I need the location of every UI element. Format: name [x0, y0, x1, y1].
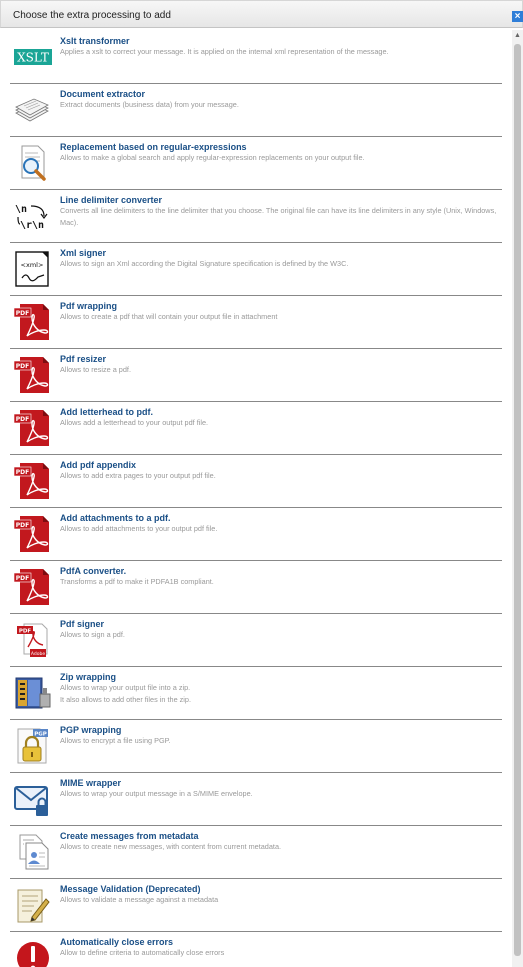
processing-option-description: Allows to wrap your output file into a z… [60, 683, 192, 704]
processing-option-name[interactable]: Pdf signer [60, 619, 104, 629]
processing-option-item[interactable]: <xml> Xml signer Allows to sign an Xml acc… [10, 242, 502, 296]
processing-option-description: Allows to sign an Xml according the Digi… [60, 259, 349, 268]
pdf-icon: PDF [14, 409, 52, 447]
processing-option-name[interactable]: Pdf resizer [60, 354, 106, 364]
processing-option-name[interactable]: Message Validation (Deprecated) [60, 884, 201, 894]
processing-option-name[interactable]: Xslt transformer [60, 36, 130, 46]
scroll-up-arrow-icon[interactable]: ▲ [512, 30, 523, 42]
xslt-icon: XSLT [14, 38, 52, 76]
documents-icon [14, 91, 52, 129]
processing-option-item[interactable]: Create messages from metadata Allows to c… [10, 825, 502, 879]
pdf-icon: PDF [14, 462, 52, 500]
metadata-document-icon [14, 833, 52, 871]
processing-option-description: Allows add a letterhead to your output p… [60, 418, 209, 427]
processing-option-item[interactable]: PDF Add attachments to a pdf. Allows to ad… [10, 507, 502, 561]
processing-option-name[interactable]: Add pdf appendix [60, 460, 136, 470]
processing-option-item[interactable]: Document extractor Extract documents (bus… [10, 83, 502, 137]
processing-option-item[interactable]: PGP PGP wrapping Allows to encrypt a file … [10, 719, 502, 773]
processing-option-description: Allows to wrap your output message in a … [60, 789, 253, 798]
processing-option-name[interactable]: MIME wrapper [60, 778, 121, 788]
xslt-icon-text: XSLT [17, 51, 49, 65]
processing-option-name[interactable]: PdfA converter. [60, 566, 126, 576]
adobe-label-text: Adobe [31, 651, 45, 657]
processing-option-name[interactable]: Replacement based on regular-expressions [60, 142, 247, 152]
processing-option-item[interactable]: PDF Add pdf appendix Allows to add extra p… [10, 454, 502, 508]
extra-processing-dialog: Choose the extra processing to add × XSL… [0, 0, 523, 967]
scrollbar-thumb[interactable] [514, 44, 521, 956]
pdf-label-text: PDF [16, 575, 29, 582]
processing-option-description: Allows to resize a pdf. [60, 365, 131, 374]
processing-option-description: Extract documents (business data) from y… [60, 100, 239, 109]
processing-option-description: Allows to encrypt a file using PGP. [60, 736, 171, 745]
processing-option-description: Allows to validate a message against a m… [60, 895, 219, 904]
crlf-text: \r\n [20, 220, 44, 231]
processing-option-description: Transforms a pdf to make it PDFA1B compl… [60, 577, 214, 586]
processing-option-item[interactable]: PDF Pdf resizer Allows to resize a pdf. [10, 348, 502, 402]
processing-option-description: Allows to sign a pdf. [60, 630, 125, 639]
line-delimiter-icon: \n \r\n [14, 197, 52, 235]
processing-option-description: Allows to add extra pages to your output… [60, 471, 216, 480]
pdf-label-text: PDF [16, 469, 29, 476]
processing-option-description: Applies a xslt to correct your message. … [60, 47, 389, 56]
processing-option-name[interactable]: PGP wrapping [60, 725, 121, 735]
processing-option-name[interactable]: Line delimiter converter [60, 195, 162, 205]
pgp-lock-icon: PGP [14, 727, 52, 765]
pdf-signer-icon: PDF Adobe [14, 621, 52, 659]
processing-option-description: Allows to add attachments to your output… [60, 524, 218, 533]
pdf-label-text: PDF [16, 416, 29, 423]
mime-envelope-icon [14, 780, 52, 818]
error-icon: ! [14, 939, 52, 967]
search-document-icon [14, 144, 52, 182]
processing-option-name[interactable]: Add letterhead to pdf. [60, 407, 153, 417]
dialog-titlebar: Choose the extra processing to add × [0, 0, 523, 28]
pdf-icon: PDF [14, 515, 52, 553]
close-icon[interactable]: × [512, 11, 523, 22]
pdf-label-text: PDF [19, 629, 32, 635]
processing-option-name[interactable]: Add attachments to a pdf. [60, 513, 171, 523]
processing-option-item[interactable]: Message Validation (Deprecated) Allows to… [10, 878, 502, 932]
pdf-label-text: PDF [16, 363, 29, 370]
processing-option-item[interactable]: PDF Add letterhead to pdf. Allows add a le… [10, 401, 502, 455]
processing-option-name[interactable]: Document extractor [60, 89, 145, 99]
pdf-icon: PDF [14, 356, 52, 394]
processing-option-item[interactable]: MIME wrapper Allows to wrap your output m… [10, 772, 502, 826]
error-mark-text: ! [14, 939, 15, 940]
scrollbar[interactable]: ▲ [512, 30, 523, 967]
validation-icon [14, 886, 52, 924]
processing-option-name[interactable]: Pdf wrapping [60, 301, 117, 311]
processing-option-name[interactable]: Zip wrapping [60, 672, 116, 682]
newline-text: \n [15, 204, 27, 215]
pdf-label-text: PDF [16, 522, 29, 529]
processing-option-item[interactable]: XSLT Xslt transformer Applies a xslt to co… [10, 30, 502, 84]
processing-option-name[interactable]: Create messages from metadata [60, 831, 199, 841]
dialog-title: Choose the extra processing to add [13, 10, 171, 21]
zip-icon [14, 674, 52, 712]
processing-option-name[interactable]: Automatically close errors [60, 937, 173, 947]
processing-option-item[interactable]: PDF Pdf wrapping Allows to create a pdf th… [10, 295, 502, 349]
processing-option-description: Allows to make a global search and apply… [60, 153, 365, 162]
pdf-icon: PDF [14, 568, 52, 606]
processing-option-item[interactable]: PDF Adobe Pdf signer Allows to sign a pdf. [10, 613, 502, 667]
pdf-icon: PDF [14, 303, 52, 341]
processing-option-description: Allows to create new messages, with cont… [60, 842, 282, 851]
processing-option-item[interactable]: Zip wrapping Allows to wrap your output f… [10, 666, 502, 720]
processing-option-description: Allows to create a pdf that will contain… [60, 312, 278, 321]
processing-option-item[interactable]: \n \r\n Line delimiter converter Converts a… [10, 189, 502, 243]
processing-option-description: Converts all line delimiters to the line… [60, 206, 497, 227]
processing-option-description: Allow to define criteria to automaticall… [60, 948, 225, 957]
processing-option-item[interactable]: PDF PdfA converter. Transforms a pdf to ma… [10, 560, 502, 614]
xml-tag-text: <xml> [21, 261, 44, 269]
processing-option-name[interactable]: Xml signer [60, 248, 106, 258]
xml-signer-icon: <xml> [14, 250, 52, 288]
processing-option-item[interactable]: ! Automatically close errors Allow to defi… [10, 931, 502, 967]
processing-option-item[interactable]: Replacement based on regular-expressions… [10, 136, 502, 190]
pgp-label-text: PGP [34, 732, 47, 738]
pdf-label-text: PDF [16, 310, 29, 317]
